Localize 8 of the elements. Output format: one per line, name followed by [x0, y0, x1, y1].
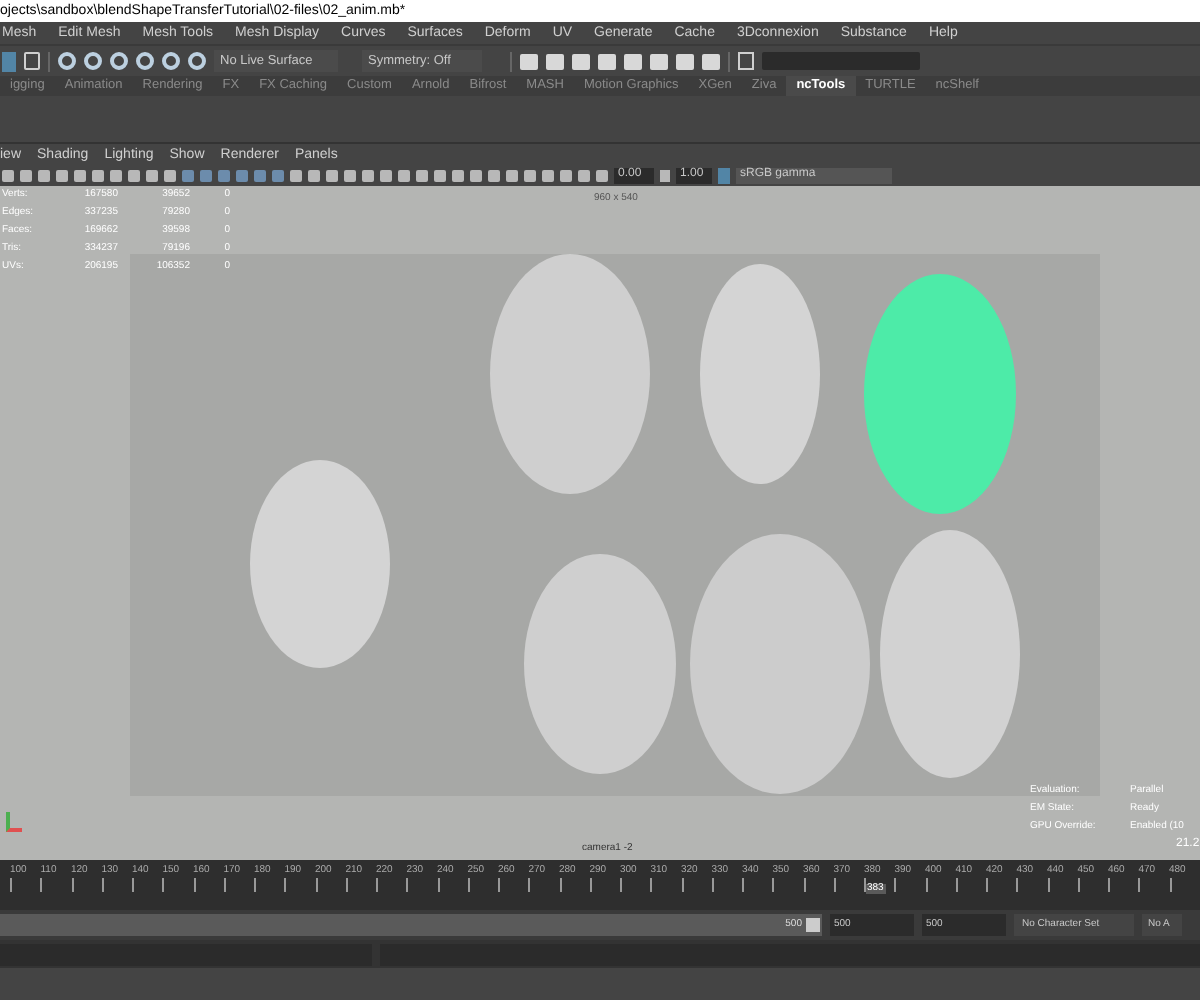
- command-line-field[interactable]: [0, 943, 372, 965]
- input-field[interactable]: [762, 52, 920, 70]
- view-transform-icon[interactable]: [718, 167, 730, 183]
- select-tool-icon[interactable]: [24, 52, 40, 70]
- axis-icon: [6, 812, 22, 832]
- gamma-icon[interactable]: [660, 169, 670, 181]
- range-handle[interactable]: [806, 918, 820, 932]
- panel-icon[interactable]: [738, 52, 754, 70]
